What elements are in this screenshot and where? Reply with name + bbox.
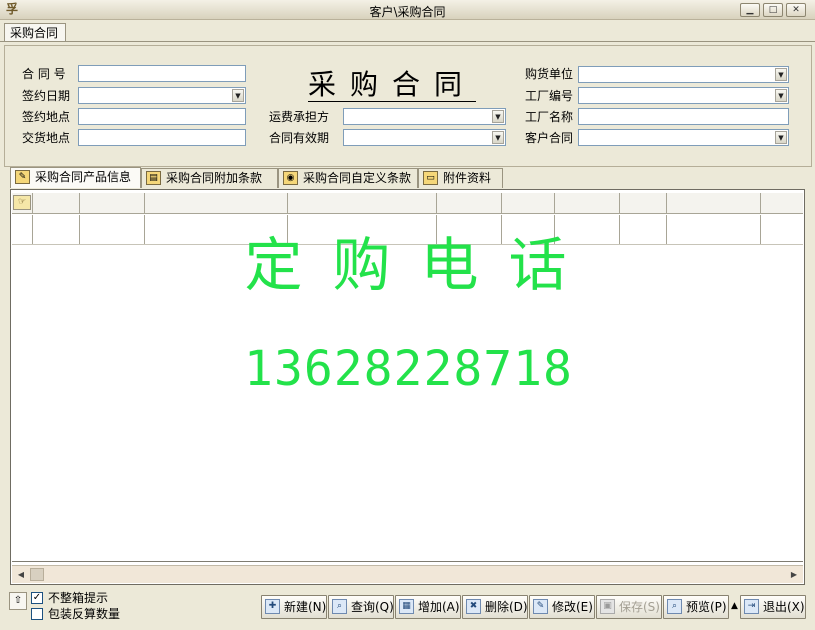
delivery-place-label: 交货地点 [22, 131, 71, 145]
factory-name-label: 工厂名称 [525, 110, 574, 124]
dropdown-arrow-icon[interactable]: ▲ [731, 601, 738, 611]
sign-place-input[interactable] [78, 108, 246, 125]
custom-terms-icon: ◉ [283, 171, 298, 185]
title-bar: 孚 客户\采购合同 ▁ □ ✕ [0, 0, 815, 20]
contract-no-label: 合 同 号 [22, 67, 66, 81]
preview-icon: ⌕ [667, 599, 682, 614]
close-button[interactable]: ✕ [786, 3, 806, 17]
customer-contract-select[interactable]: ▼ [578, 129, 789, 146]
valid-period-select[interactable]: ▼ [343, 129, 506, 146]
tab-attachments[interactable]: ▭ 附件资料 [418, 168, 503, 188]
edit-button-label: 修改(E) [552, 600, 593, 614]
freight-payer-label: 运费承担方 [269, 110, 330, 124]
grid-column-divider [501, 193, 502, 213]
contract-no-input[interactable] [78, 65, 246, 82]
grid-column-divider [144, 193, 145, 213]
exit-button[interactable]: ⇥ 退出(X) [740, 595, 806, 619]
new-button-label: 新建(N) [284, 600, 327, 614]
tab-custom-terms[interactable]: ◉ 采购合同自定义条款 [278, 168, 418, 188]
sign-date-picker[interactable]: ▼ [78, 87, 246, 104]
delete-button-label: 删除(D) [485, 600, 528, 614]
delete-button[interactable]: ✖ 删除(D) [462, 595, 528, 619]
chevron-down-icon[interactable]: ▼ [775, 89, 787, 102]
reverse-calc-checkbox[interactable] [31, 608, 43, 620]
scroll-right-icon[interactable]: ▶ [786, 567, 802, 582]
tab-label: 采购合同附加条款 [166, 171, 263, 185]
no-full-carton-label: 不整箱提示 [48, 591, 109, 605]
contract-heading: 采购合同 [308, 68, 477, 102]
chevron-down-icon[interactable]: ▼ [492, 110, 504, 123]
search-icon: ⌕ [332, 599, 347, 614]
trash-icon: ✖ [466, 599, 481, 614]
customer-contract-label: 客户合同 [525, 131, 574, 145]
grid-header-row: ☞ [12, 193, 803, 214]
minimize-button[interactable]: ▁ [740, 3, 760, 17]
chevron-down-icon[interactable]: ▼ [492, 131, 504, 144]
buyer-label: 购货单位 [525, 67, 574, 81]
maximize-button[interactable]: □ [763, 3, 783, 17]
add-button[interactable]: ▦ 增加(A) [395, 595, 461, 619]
freight-payer-select[interactable]: ▼ [343, 108, 506, 125]
product-grid[interactable]: ☞ 定购电话 13628228718 ◀ ▶ [10, 189, 805, 585]
scroll-left-icon[interactable]: ◀ [13, 567, 29, 582]
grid-column-divider [79, 193, 80, 213]
preview-button[interactable]: ⌕ 预览(P) [663, 595, 729, 619]
folder-icon: ▭ [423, 171, 438, 185]
sign-place-label: 签约地点 [22, 110, 71, 124]
sign-date-label: 签约日期 [22, 89, 71, 103]
terms-icon: ▤ [146, 171, 161, 185]
scroll-thumb[interactable] [30, 568, 44, 581]
export-icon[interactable]: ⇧ [9, 592, 27, 610]
delivery-place-input[interactable] [78, 129, 246, 146]
factory-code-label: 工厂编号 [525, 89, 574, 103]
grid-column-divider [554, 193, 555, 213]
tab-divider [0, 41, 815, 42]
valid-period-label: 合同有效期 [269, 131, 330, 145]
product-icon: ✎ [15, 170, 30, 184]
tab-extra-terms[interactable]: ▤ 采购合同附加条款 [141, 168, 278, 188]
add-row-icon: ▦ [399, 599, 414, 614]
grid-column-divider [760, 193, 761, 213]
save-button-label: 保存(S) [619, 600, 660, 614]
row-pointer-icon: ☞ [13, 195, 31, 210]
query-button-label: 查询(Q) [351, 600, 394, 614]
watermark-order-phone-label: 定购电话 [244, 231, 597, 299]
tab-product-info[interactable]: ✎ 采购合同产品信息 [10, 167, 141, 188]
chevron-down-icon[interactable]: ▼ [775, 68, 787, 81]
grid-column-divider [619, 193, 620, 213]
grid-column-divider [666, 193, 667, 213]
grid-column-divider [32, 193, 33, 213]
chevron-down-icon[interactable]: ▼ [775, 131, 787, 144]
contract-header-panel [4, 45, 812, 167]
grid-footer-line [12, 561, 803, 562]
add-button-label: 增加(A) [418, 600, 460, 614]
factory-code-select[interactable]: ▼ [578, 87, 789, 104]
grid-column-divider [436, 193, 437, 213]
save-icon: ▣ [600, 599, 615, 614]
exit-icon: ⇥ [744, 599, 759, 614]
new-icon: ✚ [265, 599, 280, 614]
window-title: 客户\采购合同 [369, 5, 446, 19]
bottom-toolbar: ⇧ ✓ 不整箱提示 包装反算数量 ✚ 新建(N) ⌕ 查询(Q) ▦ 增加(A)… [0, 588, 815, 630]
tab-label: 采购合同自定义条款 [303, 171, 412, 185]
save-button[interactable]: ▣ 保存(S) [596, 595, 662, 619]
new-button[interactable]: ✚ 新建(N) [261, 595, 327, 619]
query-button[interactable]: ⌕ 查询(Q) [328, 595, 394, 619]
document-tab[interactable]: 采购合同 [4, 23, 66, 42]
edit-button[interactable]: ✎ 修改(E) [529, 595, 595, 619]
buyer-select[interactable]: ▼ [578, 66, 789, 83]
tab-label: 采购合同产品信息 [35, 170, 132, 184]
preview-button-label: 预览(P) [686, 600, 727, 614]
edit-icon: ✎ [533, 599, 548, 614]
grid-column-divider [287, 193, 288, 213]
factory-name-input[interactable] [578, 108, 789, 125]
chevron-down-icon[interactable]: ▼ [232, 89, 244, 102]
horizontal-scrollbar[interactable]: ◀ ▶ [12, 565, 803, 583]
reverse-calc-label: 包装反算数量 [48, 607, 121, 621]
detail-tabs: ✎ 采购合同产品信息 ▤ 采购合同附加条款 ◉ 采购合同自定义条款 ▭ 附件资料 [10, 167, 805, 188]
exit-button-label: 退出(X) [763, 600, 805, 614]
no-full-carton-checkbox[interactable]: ✓ [31, 592, 43, 604]
tab-label: 附件资料 [443, 171, 492, 185]
watermark-phone-number: 13628228718 [244, 341, 573, 397]
